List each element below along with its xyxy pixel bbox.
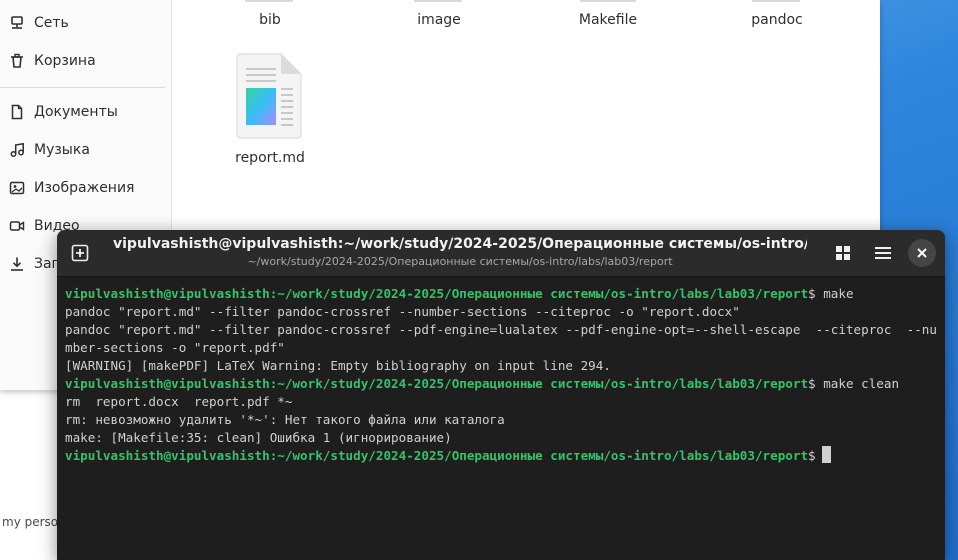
prompt-symbol: $	[808, 376, 824, 391]
music-icon	[10, 142, 24, 157]
terminal-output-line: pandoc "report.md" --filter pandoc-cross…	[65, 304, 740, 319]
terminal-output-line: rm: невозможно удалить '*~': Нет такого …	[65, 412, 505, 427]
terminal-output[interactable]: vipulvashisth@vipulvashisth:~/work/study…	[65, 285, 941, 465]
grid-icon	[836, 246, 850, 260]
prompt-path: :~/work/study/2024-2025/Операционные сис…	[269, 286, 809, 301]
tab-overview-button[interactable]	[828, 238, 858, 268]
file-item-bib[interactable]: bib	[205, 12, 335, 28]
file-item-pandoc[interactable]: pandoc	[712, 12, 842, 28]
file-item-report-md[interactable]: report.md	[205, 150, 335, 166]
sidebar-item-label: Документы	[34, 104, 118, 120]
command-text: make	[823, 286, 854, 301]
sidebar-item-music[interactable]: Музыка	[0, 132, 171, 168]
prompt-symbol: $	[808, 286, 824, 301]
sidebar-item-label: Музыка	[34, 142, 90, 158]
sidebar-item-trash[interactable]: Корзина	[0, 43, 171, 79]
folder-icon	[414, 0, 462, 2]
sidebar-item-label: Корзина	[34, 53, 96, 69]
desktop-area	[0, 390, 60, 560]
video-icon	[9, 221, 25, 231]
prompt-user: vipulvashisth@vipulvashisth	[65, 448, 270, 463]
markdown-file-icon[interactable]	[235, 52, 305, 140]
terminal-title: vipulvashisth@vipulvashisth:~/work/study…	[113, 236, 807, 252]
terminal-line: vipulvashisth@vipulvashisth:~/work/study…	[65, 375, 941, 393]
new-tab-icon	[71, 244, 89, 262]
desktop-note: my perso	[2, 515, 59, 529]
sidebar-item-pictures[interactable]: Изображения	[0, 170, 171, 206]
file-item-image[interactable]: image	[374, 12, 504, 28]
prompt-path: :~/work/study/2024-2025/Операционные сис…	[269, 376, 809, 391]
prompt-user: vipulvashisth@vipulvashisth	[65, 376, 270, 391]
terminal-header-bar: vipulvashisth@vipulvashisth:~/work/study…	[57, 230, 945, 277]
sidebar-item-network[interactable]: Сеть	[0, 5, 171, 41]
text-file-icon	[580, 0, 636, 2]
prompt-symbol: $	[808, 448, 824, 463]
sidebar-item-label: Изображения	[34, 180, 135, 196]
prompt-path: :~/work/study/2024-2025/Операционные сис…	[269, 448, 809, 463]
folder-icon	[245, 0, 293, 2]
download-icon	[11, 257, 23, 271]
new-tab-button[interactable]	[65, 238, 95, 268]
trash-icon	[11, 53, 23, 68]
terminal-window: vipulvashisth@vipulvashisth:~/work/study…	[57, 230, 945, 560]
terminal-output-line: [WARNING] [makePDF] LaTeX Warning: Empty…	[65, 358, 611, 373]
terminal-line: vipulvashisth@vipulvashisth:~/work/study…	[65, 285, 941, 303]
menu-button[interactable]	[868, 238, 898, 268]
close-icon	[917, 248, 927, 258]
image-icon	[9, 181, 25, 195]
sidebar-item-label: Сеть	[34, 15, 69, 31]
hamburger-menu-icon	[875, 247, 891, 259]
terminal-output-line: make: [Makefile:35: clean] Ошибка 1 (игн…	[65, 430, 452, 445]
sidebar-item-documents[interactable]: Документы	[0, 94, 171, 130]
terminal-subtitle: ~/work/study/2024-2025/Операционные сист…	[247, 255, 673, 268]
terminal-output-line: rm report.docx report.pdf *~	[65, 394, 293, 409]
prompt-user: vipulvashisth@vipulvashisth	[65, 286, 270, 301]
network-icon	[11, 16, 23, 29]
close-button[interactable]	[908, 239, 936, 267]
folder-icon	[752, 0, 800, 2]
terminal-output-line: pandoc "report.md" --filter pandoc-cross…	[65, 322, 937, 355]
sidebar-divider	[0, 87, 165, 88]
file-item-makefile[interactable]: Makefile	[543, 12, 673, 28]
document-icon	[11, 104, 23, 120]
terminal-cursor	[822, 446, 832, 463]
terminal-line: vipulvashisth@vipulvashisth:~/work/study…	[65, 446, 941, 465]
command-text: make clean	[823, 376, 900, 391]
